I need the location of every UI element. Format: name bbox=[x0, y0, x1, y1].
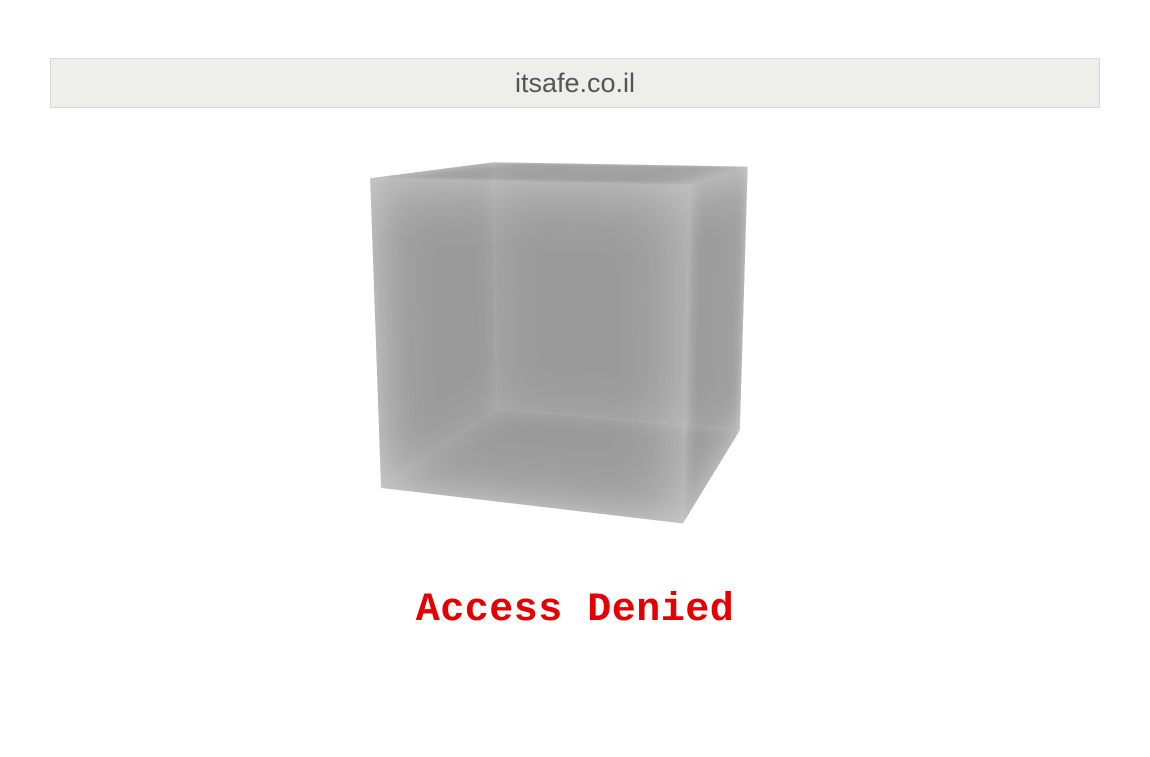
cube-container bbox=[405, 148, 745, 488]
cube-icon bbox=[439, 169, 722, 471]
header-domain-text: itsafe.co.il bbox=[515, 68, 635, 99]
access-denied-message: Access Denied bbox=[0, 588, 1150, 633]
cube-face-front bbox=[370, 178, 690, 523]
header-bar: itsafe.co.il bbox=[50, 58, 1100, 108]
cube-face-right bbox=[683, 167, 748, 524]
